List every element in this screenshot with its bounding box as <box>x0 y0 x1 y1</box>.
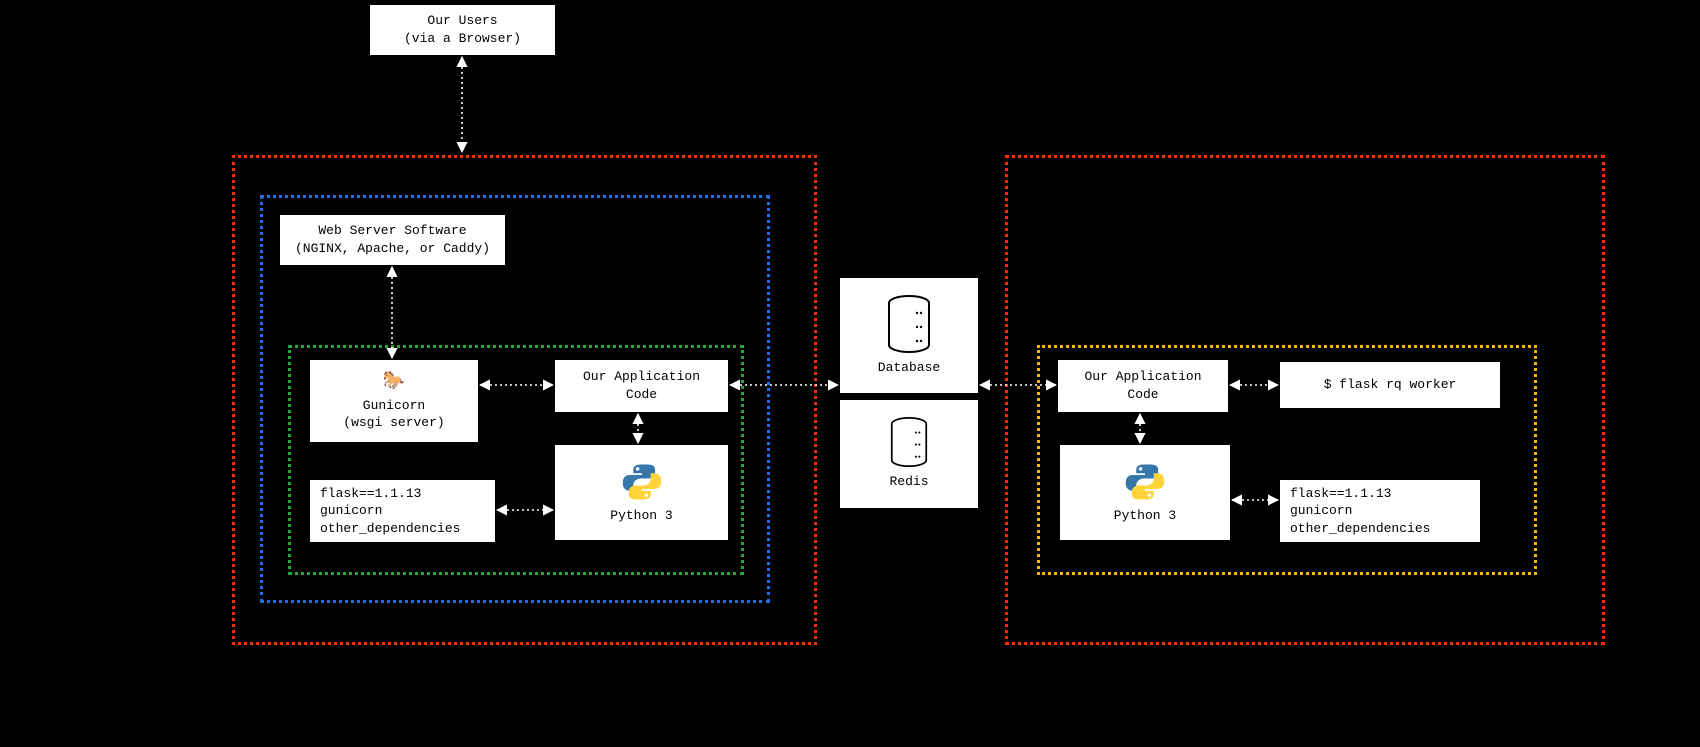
deps-left-3: other_dependencies <box>320 520 460 538</box>
python-left-box: Python 3 <box>555 445 728 540</box>
redis-label: Redis <box>889 473 928 491</box>
redis-box: Redis <box>840 400 978 508</box>
database-label: Database <box>878 359 940 377</box>
users-title: Our Users <box>427 12 497 30</box>
gunicorn-title: Gunicorn <box>363 397 425 415</box>
gunicorn-subtitle: (wsgi server) <box>343 414 444 432</box>
deps-right-2: gunicorn <box>1290 502 1352 520</box>
python-icon <box>1124 461 1166 503</box>
deps-left-2: gunicorn <box>320 502 382 520</box>
deps-right-box: flask==1.1.13 gunicorn other_dependencie… <box>1280 480 1480 542</box>
database-box: Database <box>840 278 978 393</box>
python-right-box: Python 3 <box>1060 445 1230 540</box>
users-subtitle: (via a Browser) <box>404 30 521 48</box>
redis-icon <box>884 417 934 467</box>
python-right-label: Python 3 <box>1114 507 1176 525</box>
app-code-left-box: Our Application Code <box>555 360 728 412</box>
gunicorn-icon: 🐎 <box>383 370 405 394</box>
web-server-title: Web Server Software <box>318 222 466 240</box>
web-server-subtitle: (NGINX, Apache, or Caddy) <box>295 240 490 258</box>
deps-right-1: flask==1.1.13 <box>1290 485 1391 503</box>
web-server-box: Web Server Software (NGINX, Apache, or C… <box>280 215 505 265</box>
deps-right-3: other_dependencies <box>1290 520 1430 538</box>
worker-cmd-box: $ flask rq worker <box>1280 362 1500 408</box>
users-box: Our Users (via a Browser) <box>370 5 555 55</box>
deps-left-1: flask==1.1.13 <box>320 485 421 503</box>
deps-left-box: flask==1.1.13 gunicorn other_dependencie… <box>310 480 495 542</box>
python-icon <box>621 461 663 503</box>
python-left-label: Python 3 <box>610 507 672 525</box>
database-icon <box>884 295 934 353</box>
gunicorn-box: 🐎 Gunicorn (wsgi server) <box>310 360 478 442</box>
app-code-right-box: Our Application Code <box>1058 360 1228 412</box>
